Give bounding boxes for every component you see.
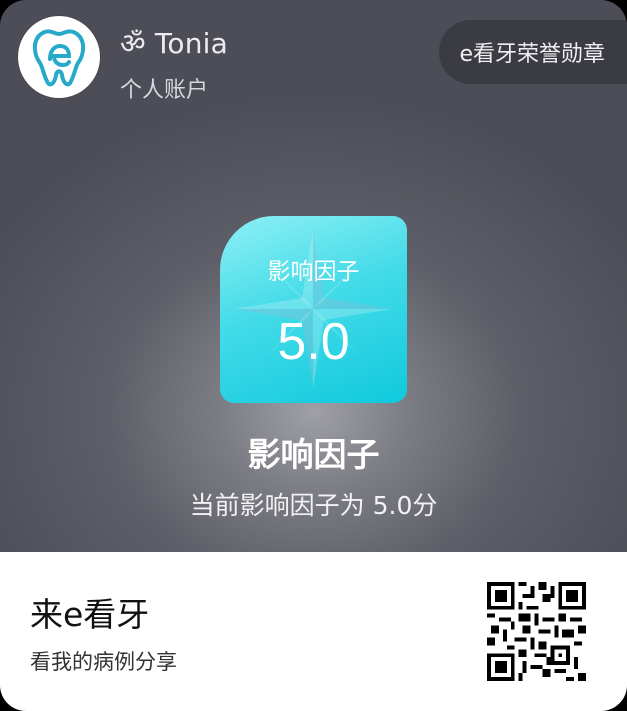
impact-factor-badge: 影响因子 5.0: [220, 216, 407, 403]
honor-badge-button[interactable]: e看牙荣誉勋章: [439, 20, 627, 84]
compass-star-icon: [234, 230, 392, 388]
username: ॐ Tonia: [120, 27, 228, 60]
account-type-label: 个人账户: [120, 78, 209, 103]
share-footer: 来e看牙 看我的病例分享: [0, 552, 627, 711]
badge-value: 5.0: [277, 313, 350, 371]
share-text: 看我的病例分享: [30, 650, 177, 674]
qr-code-icon[interactable]: [487, 582, 586, 681]
badge-card: ॐ Tonia 个人账户 e看牙荣誉勋章 影响因子 5.0 影响因子 当前影响因…: [0, 0, 627, 711]
card-header-area: ॐ Tonia 个人账户 e看牙荣誉勋章 影响因子 5.0 影响因子 当前影响因…: [0, 0, 627, 552]
achievement-title: 影响因子: [247, 435, 380, 474]
achievement-subtitle: 当前影响因子为 5.0分: [189, 491, 438, 520]
tooth-logo-icon: [32, 29, 86, 87]
badge-label: 影响因子: [267, 259, 360, 285]
avatar[interactable]: [18, 16, 100, 98]
brand-name: 来e看牙: [30, 595, 150, 634]
